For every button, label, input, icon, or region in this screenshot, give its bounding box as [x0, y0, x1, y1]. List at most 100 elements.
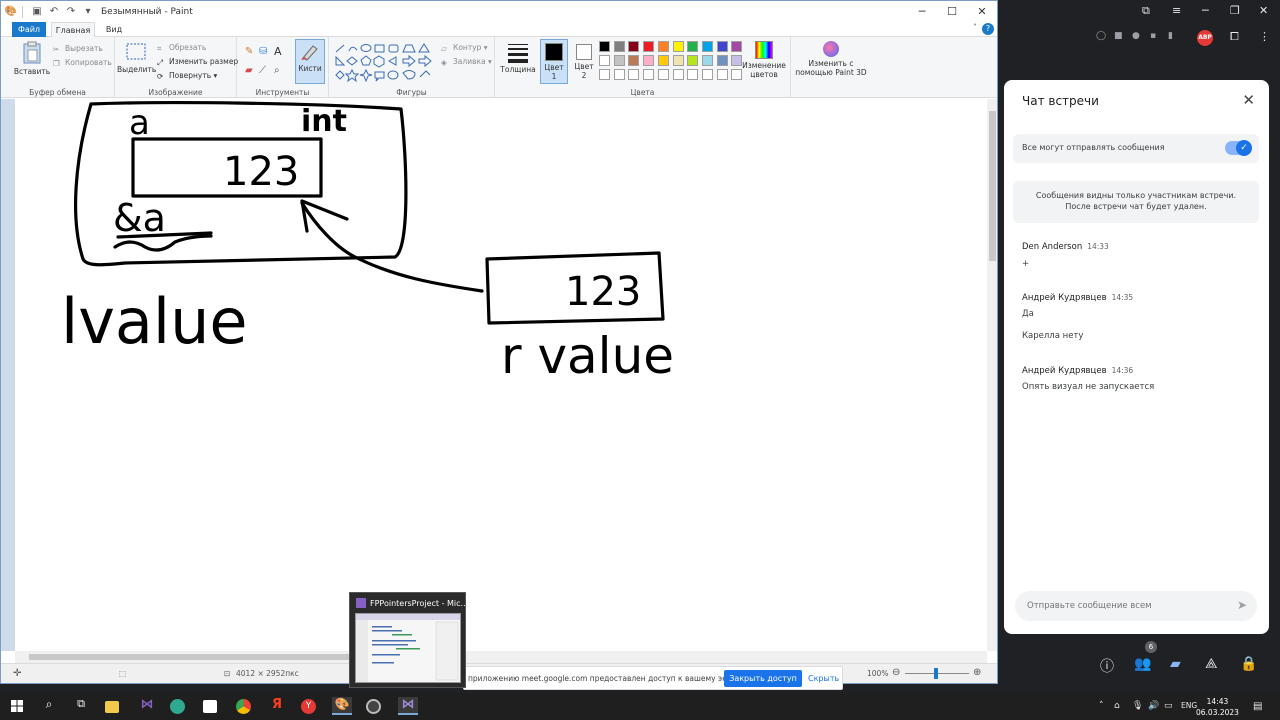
- palette-swatch[interactable]: [613, 55, 625, 66]
- pencil-icon[interactable]: ✎: [245, 46, 253, 57]
- copy-button[interactable]: ❐ Копировать: [53, 58, 112, 68]
- show-hidden-icons[interactable]: ˄: [1099, 701, 1104, 711]
- video-icon[interactable]: ■: [1114, 31, 1123, 41]
- fill-button[interactable]: ◈ Заливка ▾: [441, 57, 492, 67]
- redo-icon[interactable]: ↷: [64, 5, 78, 19]
- resize-button[interactable]: ⤢ Изменить размер: [157, 57, 238, 67]
- windows-start-icon[interactable]: [8, 697, 26, 715]
- tab-search-icon[interactable]: ⧉: [1142, 4, 1150, 18]
- palette-swatch[interactable]: [657, 55, 669, 66]
- drawing-canvas[interactable]: a int 123 &a lvalue 123 r value: [15, 99, 987, 651]
- tab-file[interactable]: Файл: [12, 22, 46, 37]
- visual-studio-active-icon[interactable]: ⋈: [398, 697, 418, 715]
- activities-icon[interactable]: ⟁: [1205, 656, 1218, 672]
- taskbar-window-preview[interactable]: FPPointersProject - Mic...: [349, 592, 468, 688]
- host-controls-icon[interactable]: 🔒: [1240, 656, 1257, 672]
- palette-swatch[interactable]: [687, 55, 699, 66]
- chrome-icon[interactable]: [236, 699, 251, 714]
- palette-swatch[interactable]: [716, 41, 728, 52]
- restore-browser-icon[interactable]: ❐: [1230, 4, 1240, 17]
- zoom-out-icon[interactable]: ⊖: [892, 667, 900, 678]
- palette-swatch[interactable]: [716, 69, 728, 80]
- task-view-icon[interactable]: ⧉: [72, 697, 90, 715]
- brushes-button[interactable]: Кисти: [295, 39, 325, 84]
- extensions-icon[interactable]: ⧠: [1230, 30, 1239, 44]
- tab-home[interactable]: Главная: [51, 22, 95, 37]
- zoom-in-icon[interactable]: ⊕: [973, 667, 981, 678]
- chat-icon[interactable]: ▰: [1170, 656, 1181, 672]
- palette-swatch[interactable]: [599, 41, 610, 52]
- volume-icon[interactable]: 🔊: [1148, 701, 1159, 711]
- palette-swatch[interactable]: [687, 69, 699, 80]
- horizontal-scroll-thumb[interactable]: [29, 654, 359, 660]
- file-explorer-icon[interactable]: [105, 701, 119, 713]
- color1-button[interactable]: Цвет 1: [540, 39, 568, 84]
- crop-button[interactable]: ⌗ Обрезать: [157, 43, 206, 53]
- palette-swatch[interactable]: [716, 55, 728, 66]
- info-icon[interactable]: ⓘ: [1100, 656, 1114, 676]
- ext-icon-1[interactable]: ◯: [1096, 31, 1106, 41]
- maximize-button[interactable]: ☐: [937, 1, 967, 22]
- store-icon[interactable]: [203, 700, 217, 713]
- palette-swatch[interactable]: [599, 69, 610, 80]
- close-chat-icon[interactable]: ✕: [1242, 91, 1255, 109]
- palette-swatch[interactable]: [672, 69, 684, 80]
- paint3d-button[interactable]: Изменить с помощью Paint 3D: [795, 41, 867, 77]
- stop-sharing-button[interactable]: Закрыть доступ: [724, 670, 802, 687]
- zoom-slider-thumb[interactable]: [934, 668, 938, 679]
- palette-swatch[interactable]: [643, 41, 655, 52]
- palette-swatch[interactable]: [672, 55, 684, 66]
- palette-swatch[interactable]: [701, 41, 713, 52]
- yandex-browser-icon[interactable]: Y: [301, 699, 316, 714]
- palette-swatch[interactable]: [701, 55, 713, 66]
- minimize-browser-icon[interactable]: ─: [1202, 4, 1209, 17]
- palette-swatch[interactable]: [628, 69, 640, 80]
- outline-button[interactable]: ▱ Контур ▾: [441, 43, 488, 53]
- language-indicator[interactable]: ENG: [1181, 701, 1197, 710]
- display-icon[interactable]: ▭: [1164, 701, 1173, 711]
- chat-message-input[interactable]: [1027, 598, 1217, 614]
- palette-swatch[interactable]: [628, 55, 640, 66]
- vertical-scrollbar[interactable]: [987, 99, 997, 651]
- color2-button[interactable]: Цвет 2: [571, 39, 597, 80]
- bookmark-icon[interactable]: ▮: [1168, 31, 1173, 41]
- palette-swatch[interactable]: [643, 55, 655, 66]
- palette-swatch[interactable]: [657, 69, 669, 80]
- chat-ext-icon[interactable]: ▪: [1150, 31, 1156, 41]
- eraser-icon[interactable]: ▰: [245, 65, 253, 76]
- more-options-icon[interactable]: ⋮: [1259, 30, 1270, 43]
- palette-swatch[interactable]: [701, 69, 713, 80]
- paste-button[interactable]: Вставить: [13, 41, 51, 76]
- palette-swatch[interactable]: [613, 41, 625, 52]
- search-icon[interactable]: ⌕: [40, 697, 58, 715]
- fill-icon[interactable]: ⛁: [259, 46, 267, 57]
- microphone-tray-icon[interactable]: 🎙: [1132, 701, 1143, 711]
- system-clock[interactable]: 14:43 06.03.2023: [1196, 696, 1239, 718]
- send-icon[interactable]: ➤: [1237, 598, 1247, 612]
- visual-studio-taskbar-icon[interactable]: ⋈: [138, 697, 156, 715]
- tab-view[interactable]: Вид: [100, 22, 128, 37]
- text-icon[interactable]: A: [274, 45, 282, 58]
- vertical-scroll-thumb[interactable]: [989, 111, 996, 261]
- select-button[interactable]: Выделить: [117, 41, 156, 74]
- permission-toggle[interactable]: ✓: [1225, 140, 1252, 156]
- rotate-button[interactable]: ⟳ Повернуть ▾: [157, 71, 217, 81]
- paint-taskbar-icon[interactable]: 🎨: [332, 697, 352, 715]
- palette-swatch[interactable]: [628, 41, 640, 52]
- magnifier-icon[interactable]: ⌕: [274, 65, 280, 76]
- menu-icon[interactable]: ≡: [1172, 4, 1181, 17]
- collapse-ribbon-icon[interactable]: ˄: [973, 23, 977, 32]
- palette-swatch[interactable]: [672, 41, 684, 52]
- palette-swatch[interactable]: [613, 69, 625, 80]
- hide-banner-link[interactable]: Скрыть: [808, 674, 839, 683]
- people-icon[interactable]: 👥: [1134, 656, 1151, 672]
- horizontal-scrollbar[interactable]: [15, 651, 987, 663]
- help-icon[interactable]: ?: [982, 23, 994, 35]
- adblock-icon[interactable]: ABP: [1197, 30, 1213, 46]
- undo-icon[interactable]: ↶: [47, 5, 61, 19]
- palette-swatch[interactable]: [643, 69, 655, 80]
- cut-button[interactable]: ✂ Вырезать: [53, 44, 103, 54]
- edit-colors-button[interactable]: Изменение цветов: [739, 41, 789, 79]
- network-tray-icon[interactable]: ⌂: [1114, 701, 1120, 711]
- palette-swatch[interactable]: [599, 55, 610, 66]
